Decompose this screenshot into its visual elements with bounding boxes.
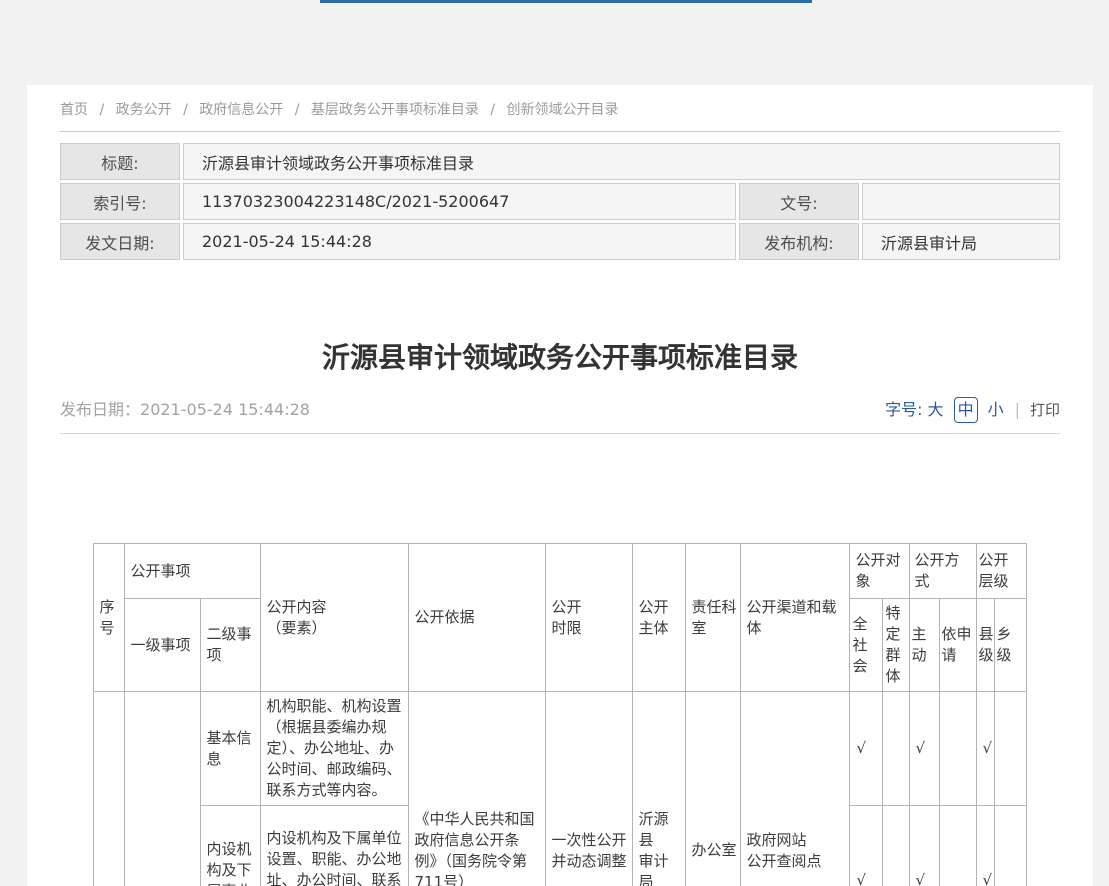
header-audience-all: 全社 会 (850, 599, 883, 692)
cell-flag-specific-group (883, 692, 909, 806)
font-size-small-button[interactable]: 小 (988, 398, 1004, 422)
cell-time-limit: 一次性公开 并动态调整 (546, 692, 633, 886)
publish-date-label: 发布日期： (60, 400, 140, 419)
header-method: 公开方式 (909, 544, 976, 599)
cell-level1 (125, 692, 201, 886)
header-level-county: 县 级 (976, 599, 994, 692)
meta-agency-value: 沂源县审计局 (862, 223, 1060, 260)
breadcrumb-standard-catalog[interactable]: 基层政务公开事项标准目录 (311, 100, 479, 120)
header-level1: 一级事项 (125, 599, 201, 692)
print-button[interactable]: 打印 (1030, 398, 1060, 422)
font-size-large-button[interactable]: 大 (928, 398, 944, 422)
cell-content: 内设机构及下属单位设置、职能、办公地址、办公时间、联系方式、负责人姓名等信息。 (261, 806, 409, 886)
header-subject: 公开 主体 (633, 544, 686, 692)
cell-department: 办公室 (686, 692, 741, 886)
cell-channel: 政府网站 公开查阅点 (741, 692, 850, 886)
content-card: 首页 / 政务公开 / 政府信息公开 / 基层政务公开事项标准目录 / 创新领域… (27, 85, 1093, 886)
header-level2: 二级事 项 (201, 599, 261, 692)
breadcrumb: 首页 / 政务公开 / 政府信息公开 / 基层政务公开事项标准目录 / 创新领域… (60, 85, 1060, 120)
header-content: 公开内容 （要素） (261, 544, 409, 692)
catalog-table: 序 号 公开事项 公开内容 （要素） 公开依据 公开 时限 公开 主体 责任科 … (93, 543, 1026, 886)
cell-content: 机构职能、机构设置（根据县委编办规定）、办公地址、办公时间、邮政编码、联系方式等… (261, 692, 409, 806)
catalog-row-basic-info: 基本信息 机构职能、机构设置（根据县委编办规定）、办公地址、办公时间、邮政编码、… (94, 692, 1026, 806)
catalog-header-row-1: 序 号 公开事项 公开内容 （要素） 公开依据 公开 时限 公开 主体 责任科 … (94, 544, 1026, 599)
cell-flag-on-request (939, 692, 976, 806)
breadcrumb-home[interactable]: 首页 (60, 100, 88, 120)
meta-date-value: 2021-05-24 15:44:28 (183, 223, 736, 260)
breadcrumb-divider (60, 131, 1060, 132)
top-nav-accent-bar (320, 0, 812, 3)
font-size-medium-button[interactable]: 中 (954, 397, 978, 423)
meta-row-index: 索引号: 11370323004223148C/2021-5200647 文号: (60, 183, 1060, 220)
breadcrumb-zhengwu[interactable]: 政务公开 (116, 100, 172, 120)
breadcrumb-separator: / (295, 100, 300, 120)
header-matter: 公开事项 (125, 544, 261, 599)
article-meta-row: 发布日期：2021-05-24 15:44:28 字号: 大 中 小 | 打印 (60, 397, 1060, 423)
meta-agency-label: 发布机构: (739, 223, 859, 260)
breadcrumb-separator: / (490, 100, 495, 120)
cell-flag-on-request (939, 806, 976, 886)
breadcrumb-separator: / (183, 100, 188, 120)
meta-title-value: 沂源县审计领域政务公开事项标准目录 (183, 143, 1060, 180)
meta-docnum-label: 文号: (739, 183, 859, 220)
header-basis: 公开依据 (409, 544, 546, 692)
header-audience-specific: 特 定 群 体 (883, 599, 909, 692)
header-level-township: 乡 级 (994, 599, 1026, 692)
breadcrumb-current[interactable]: 创新领域公开目录 (507, 100, 619, 120)
cell-flag-proactive: √ (909, 692, 939, 806)
publish-date-value: 2021-05-24 15:44:28 (140, 400, 310, 419)
cell-flag-county: √ (976, 806, 994, 886)
header-channel: 公开渠道和载 体 (741, 544, 850, 692)
meta-date-label: 发文日期: (60, 223, 180, 260)
meta-row-title: 标题: 沂源县审计领域政务公开事项标准目录 (60, 143, 1060, 180)
header-time-limit: 公开 时限 (546, 544, 633, 692)
font-size-label: 字号: (885, 398, 922, 422)
header-audience: 公开对 象 (850, 544, 909, 599)
cell-flag-township (994, 806, 1026, 886)
cell-basis: 《中华人民共和国 政府信息公开条 例》（国务院令第 711号） (409, 692, 546, 886)
meta-index-label: 索引号: (60, 183, 180, 220)
cell-level2: 基本信息 (201, 692, 261, 806)
header-method-proactive: 主 动 (909, 599, 939, 692)
cell-subject: 沂源县 审计局 (633, 692, 686, 886)
font-size-controls: 字号: 大 中 小 | 打印 (885, 397, 1060, 423)
cell-flag-all-society: √ (850, 692, 883, 806)
meta-index-value: 11370323004223148C/2021-5200647 (183, 183, 736, 220)
breadcrumb-gov-info[interactable]: 政府信息公开 (199, 100, 283, 120)
cell-flag-all-society: √ (850, 806, 883, 886)
publish-date: 发布日期：2021-05-24 15:44:28 (60, 398, 310, 422)
document-meta-table: 标题: 沂源县审计领域政务公开事项标准目录 索引号: 1137032300422… (57, 140, 1063, 263)
header-level: 公开 层级 (976, 544, 1026, 599)
meta-title-label: 标题: (60, 143, 180, 180)
header-serial: 序 号 (94, 544, 125, 692)
cell-level2: 内设机构及下属事业单位 (201, 806, 261, 886)
controls-separator: | (1015, 398, 1020, 422)
header-department: 责任科 室 (686, 544, 741, 692)
breadcrumb-separator: / (99, 100, 104, 120)
meta-row-date: 发文日期: 2021-05-24 15:44:28 发布机构: 沂源县审计局 (60, 223, 1060, 260)
header-method-request: 依申 请 (939, 599, 976, 692)
page-title: 沂源县审计领域政务公开事项标准目录 (60, 341, 1060, 375)
cell-flag-county: √ (976, 692, 994, 806)
cell-flag-proactive: √ (909, 806, 939, 886)
cell-flag-township (994, 692, 1026, 806)
article-divider (60, 433, 1060, 434)
cell-serial (94, 692, 125, 886)
meta-docnum-value (862, 183, 1060, 220)
cell-flag-specific-group (883, 806, 909, 886)
